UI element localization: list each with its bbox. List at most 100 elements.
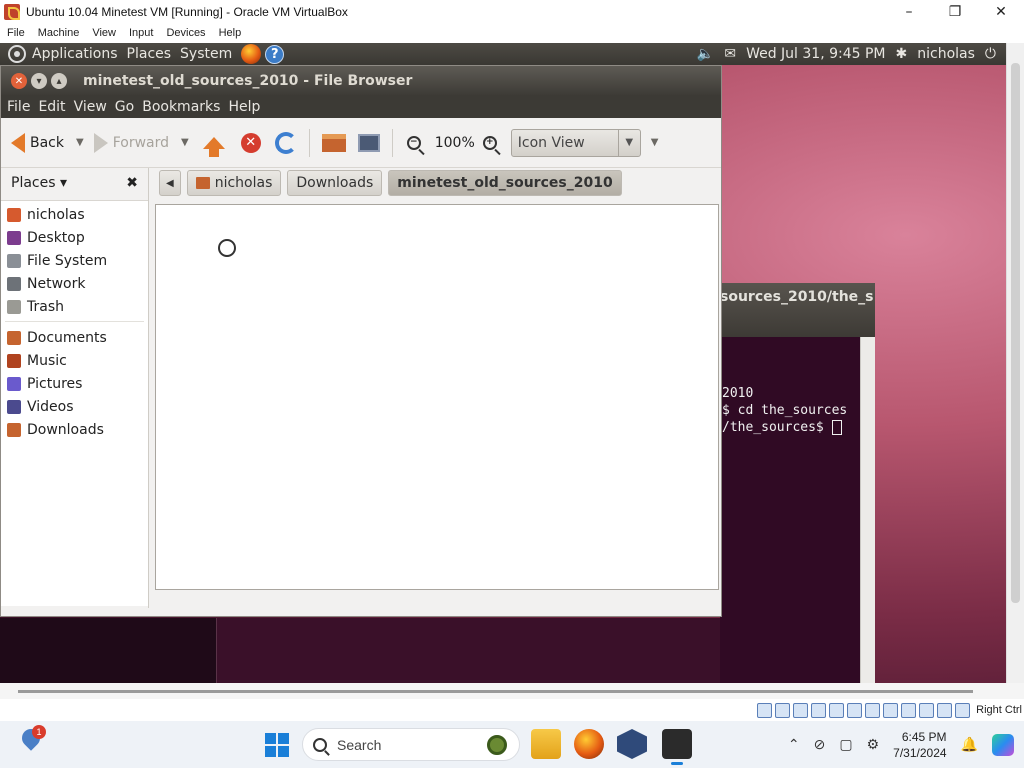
- sidebar-item-downloads[interactable]: Downloads: [1, 418, 148, 441]
- menu-help[interactable]: Help: [219, 27, 242, 39]
- fb-menu-view[interactable]: View: [74, 99, 107, 115]
- taskbar-clock[interactable]: 6:45 PM 7/31/2024: [893, 729, 946, 761]
- home-button[interactable]: [321, 133, 346, 152]
- toolbar-overflow-icon[interactable]: ▼: [651, 137, 659, 148]
- file-browser-title-bar[interactable]: ✕ ▾ ▴ minetest_old_sources_2010 - File B…: [1, 66, 721, 96]
- sidebar-item-music[interactable]: Music: [1, 349, 148, 372]
- forward-button[interactable]: Forward ▼: [93, 132, 189, 153]
- sidebar-item-file-system[interactable]: File System: [1, 249, 148, 272]
- panel-menu-places[interactable]: Places: [127, 46, 172, 62]
- cpu-icon[interactable]: [901, 702, 917, 718]
- mouse-integration-icon[interactable]: [919, 702, 935, 718]
- fb-menu-bookmarks[interactable]: Bookmarks: [142, 99, 220, 115]
- sidebar-item-trash[interactable]: Trash: [1, 295, 148, 318]
- notifications-bell-icon[interactable]: 🔔: [961, 736, 978, 753]
- computer-button[interactable]: [357, 133, 380, 152]
- virtualbox-menu-bar: File Machine View Input Devices Help: [0, 23, 1024, 43]
- scrollbar-thumb[interactable]: [1011, 63, 1020, 603]
- file-view-area[interactable]: [155, 204, 719, 590]
- copilot-icon[interactable]: [992, 733, 1014, 756]
- file-browser-window[interactable]: ✕ ▾ ▴ minetest_old_sources_2010 - File B…: [0, 65, 722, 617]
- stop-icon: ✕: [240, 132, 261, 153]
- maximize-button[interactable]: ❐: [932, 0, 978, 23]
- back-history-dropdown-icon[interactable]: ▼: [76, 137, 84, 148]
- view-mode-select[interactable]: Icon View ▼: [510, 128, 641, 157]
- fb-menu-file[interactable]: File: [7, 99, 30, 115]
- start-button[interactable]: [265, 733, 289, 757]
- window-close-button[interactable]: ✕: [11, 73, 27, 89]
- sidebar-item-pictures[interactable]: Pictures: [1, 372, 148, 395]
- network-status-icon[interactable]: ⊘: [814, 736, 826, 753]
- stop-button[interactable]: ✕: [240, 132, 261, 153]
- audio-icon[interactable]: [793, 702, 809, 718]
- help-launcher-icon[interactable]: ?: [265, 44, 285, 64]
- weather-widget[interactable]: 1: [18, 725, 46, 757]
- zoom-out-button[interactable]: −: [406, 135, 421, 150]
- menu-file[interactable]: File: [7, 27, 25, 39]
- network-icon[interactable]: [811, 702, 827, 718]
- sidebar-item-network[interactable]: Network: [1, 272, 148, 295]
- sidebar-item-label: Downloads: [27, 421, 104, 438]
- menu-devices[interactable]: Devices: [166, 27, 205, 39]
- window-maximize-button[interactable]: ▴: [51, 73, 67, 89]
- minimize-button[interactable]: –: [886, 0, 932, 23]
- file-explorer-icon[interactable]: [531, 729, 561, 759]
- zoom-level[interactable]: 100%: [435, 135, 475, 151]
- chevron-up-icon[interactable]: ⌃: [788, 736, 800, 753]
- fb-menu-go[interactable]: Go: [115, 99, 134, 115]
- hard-disk-icon[interactable]: [757, 702, 773, 718]
- back-button[interactable]: Back ▼: [11, 132, 84, 153]
- usb-icon[interactable]: [829, 702, 845, 718]
- optical-drive-icon[interactable]: [775, 702, 791, 718]
- zoom-in-button[interactable]: +: [482, 135, 497, 150]
- reload-button[interactable]: [274, 131, 297, 154]
- vbox-horizontal-scrollbar[interactable]: [0, 683, 1024, 699]
- window-minimize-button[interactable]: ▾: [31, 73, 47, 89]
- panel-menu-system[interactable]: System: [180, 46, 232, 62]
- recording-icon[interactable]: [883, 702, 899, 718]
- firefox-icon[interactable]: [574, 729, 604, 759]
- forward-history-dropdown-icon[interactable]: ▼: [181, 137, 189, 148]
- guest-additions-icon[interactable]: [955, 702, 971, 718]
- panel-clock[interactable]: Wed Jul 31, 9:45 PM: [746, 46, 885, 62]
- mail-icon[interactable]: ✉: [724, 46, 736, 62]
- menu-view[interactable]: View: [92, 27, 116, 39]
- fb-menu-edit[interactable]: Edit: [38, 99, 65, 115]
- scrollbar-thumb[interactable]: [18, 690, 973, 693]
- up-button[interactable]: [202, 136, 225, 157]
- sidebar-item-videos[interactable]: Videos: [1, 395, 148, 418]
- vbox-vertical-scrollbar[interactable]: [1006, 43, 1024, 683]
- user-status-icon[interactable]: ✱: [896, 46, 908, 62]
- sidebar-item-desktop[interactable]: Desktop: [1, 226, 148, 249]
- breadcrumb-nicholas[interactable]: nicholas: [186, 170, 282, 196]
- keyboard-capture-icon[interactable]: [937, 702, 953, 718]
- menu-input[interactable]: Input: [129, 27, 153, 39]
- display-icon[interactable]: [865, 702, 881, 718]
- breadcrumb-current-folder[interactable]: minetest_old_sources_2010: [388, 170, 622, 196]
- breadcrumb-downloads[interactable]: Downloads: [287, 170, 383, 196]
- tray-settings-icon[interactable]: ⚙: [867, 736, 880, 753]
- sidebar-item-nicholas[interactable]: nicholas: [1, 203, 148, 226]
- panel-menu-applications[interactable]: Applications: [32, 46, 118, 62]
- guest-screen[interactable]: Applications Places System ? 🔈 ✉ Wed Jul…: [0, 43, 1006, 683]
- menu-machine[interactable]: Machine: [38, 27, 80, 39]
- panel-user-name[interactable]: nicholas: [917, 46, 975, 62]
- terminal-scrollbar[interactable]: [860, 337, 875, 683]
- places-selector[interactable]: Places ▾: [11, 175, 67, 191]
- virtualbox-manager-icon[interactable]: [617, 729, 647, 759]
- virtualbox-vm-icon[interactable]: [662, 729, 692, 765]
- shared-folders-icon[interactable]: [847, 702, 863, 718]
- power-icon[interactable]: ⏻: [985, 46, 996, 62]
- taskbar-search[interactable]: Search: [302, 728, 520, 761]
- close-sidebar-icon[interactable]: ✖: [126, 175, 138, 191]
- fb-menu-help[interactable]: Help: [228, 99, 260, 115]
- ubuntu-logo-icon[interactable]: [8, 45, 26, 63]
- tray-app-icon[interactable]: ▢: [839, 736, 852, 753]
- firefox-launcher-icon[interactable]: [241, 44, 262, 64]
- volume-icon[interactable]: 🔈: [697, 46, 714, 62]
- terminal-window[interactable]: sources_2010/the_s 2010 $ cd the_sources…: [720, 283, 875, 683]
- close-button[interactable]: ✕: [978, 0, 1024, 23]
- breadcrumb-left-arrow[interactable]: ◀: [159, 170, 181, 196]
- terminal-title-bar[interactable]: sources_2010/the_s: [720, 283, 875, 337]
- sidebar-item-documents[interactable]: Documents: [1, 326, 148, 349]
